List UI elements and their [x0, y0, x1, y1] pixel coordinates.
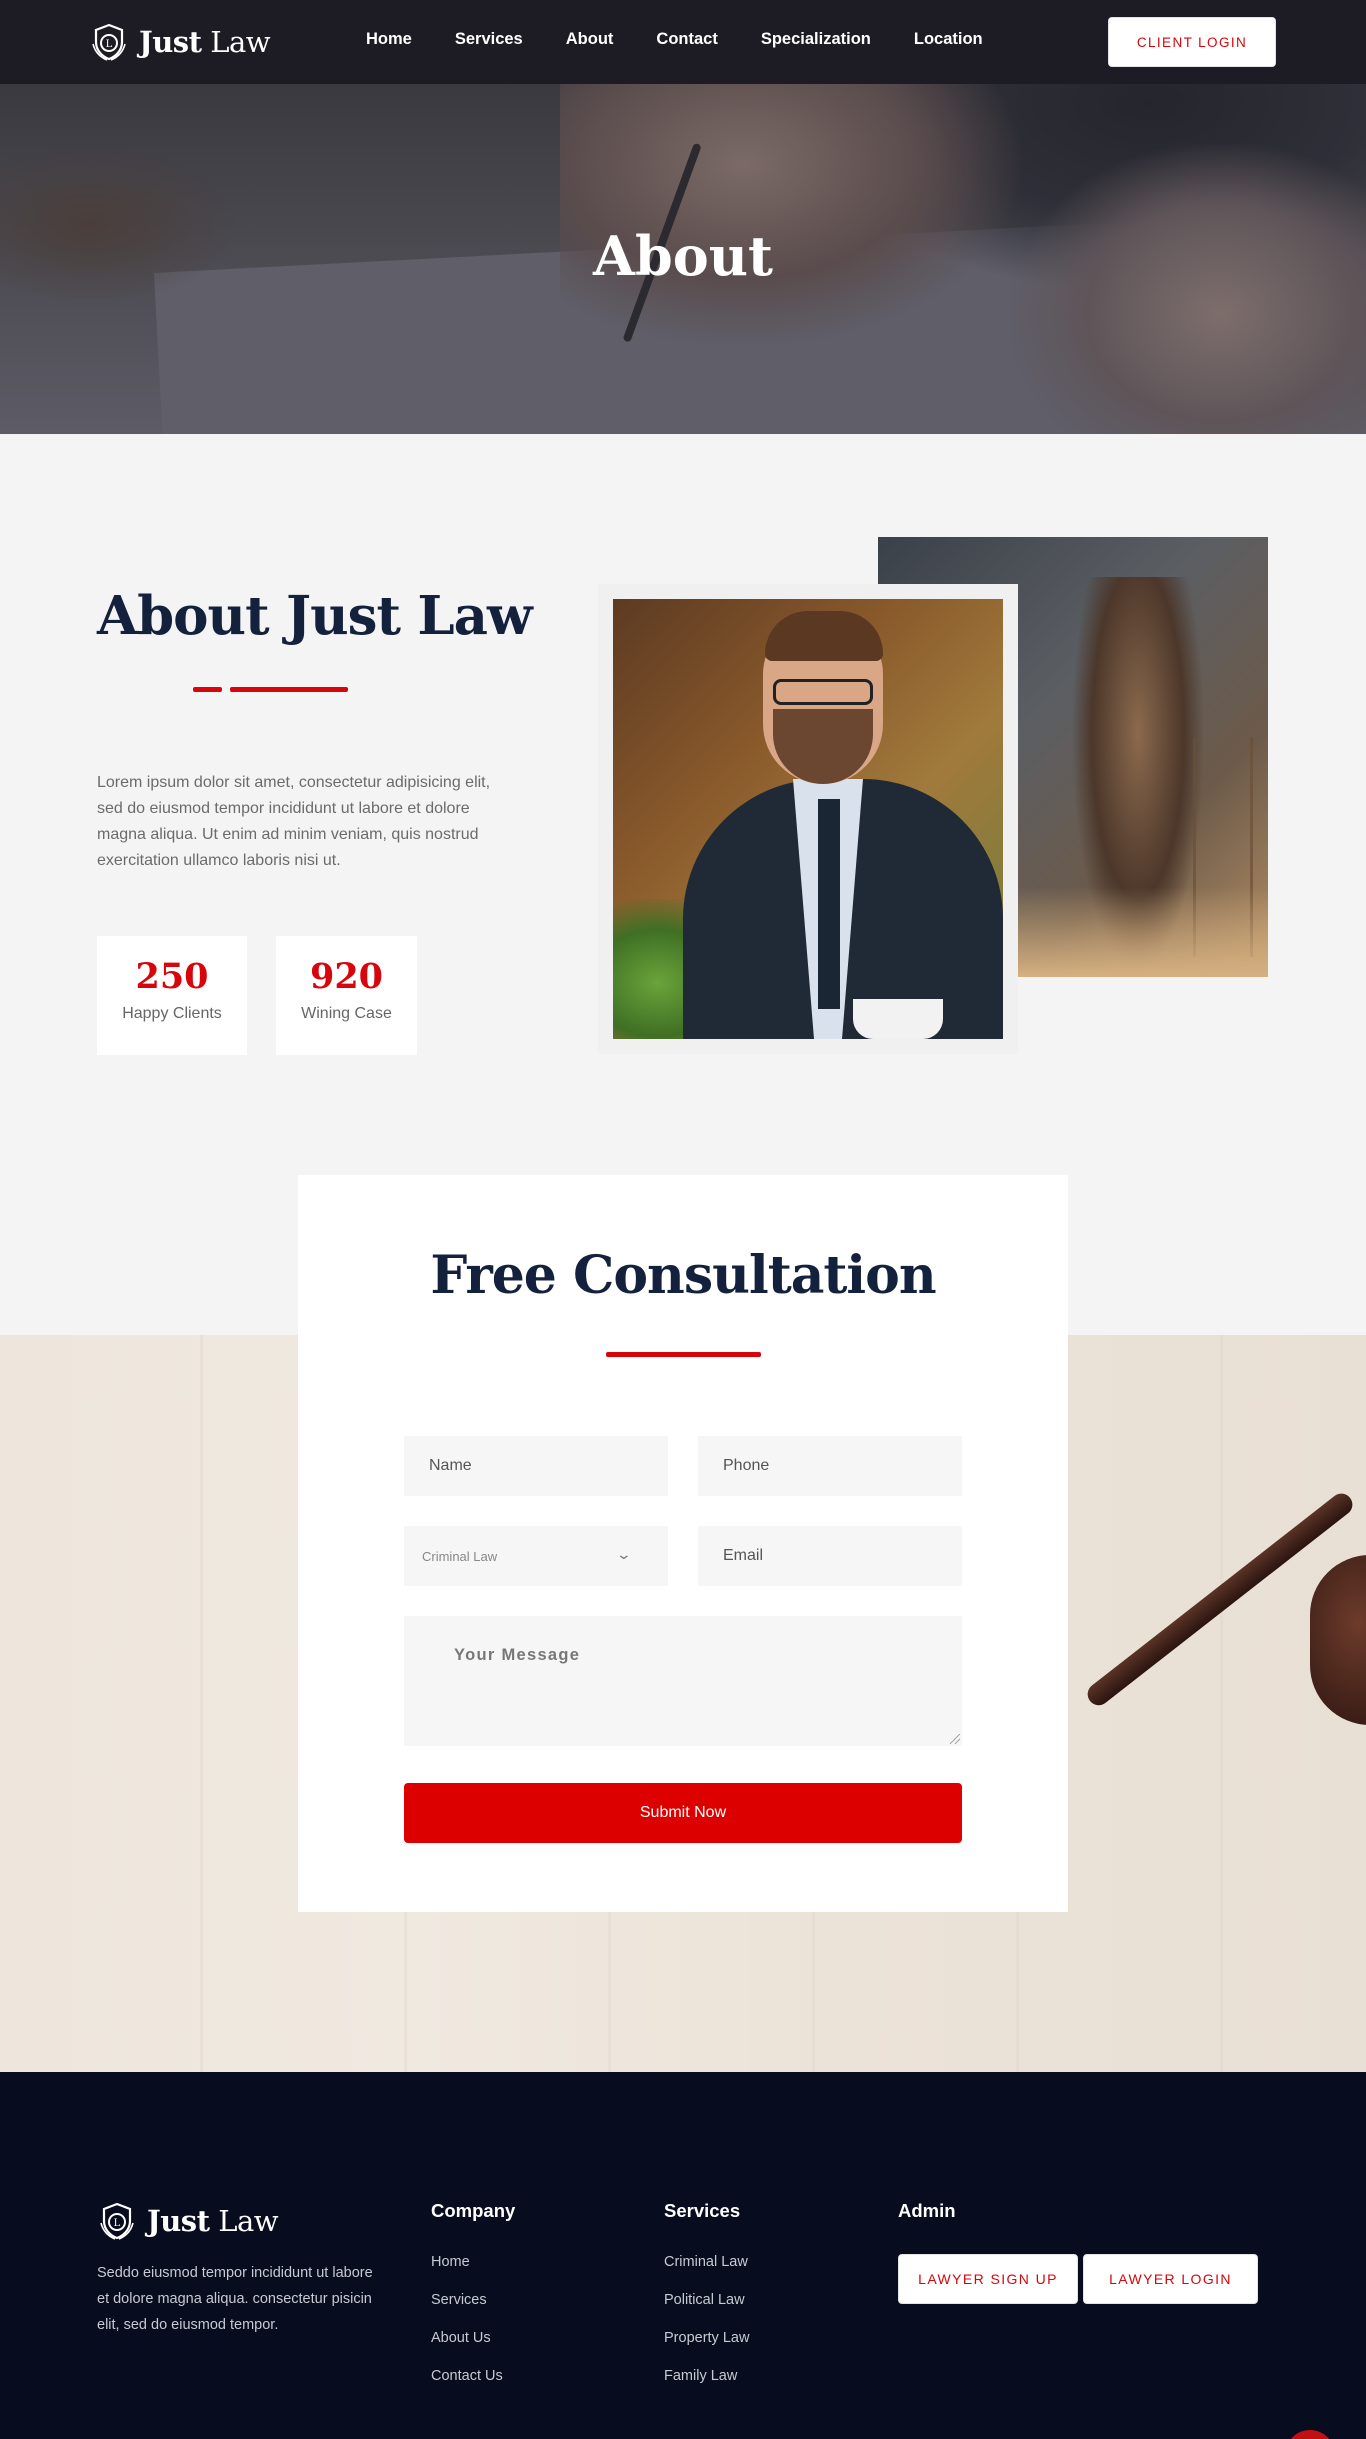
footer-link-political-law[interactable]: Political Law	[664, 2292, 745, 2308]
about-description: Lorem ipsum dolor sit amet, consectetur …	[97, 774, 491, 869]
message-textarea[interactable]: Your Message	[404, 1616, 962, 1746]
shield-badge-icon: L	[100, 2202, 134, 2240]
client-login-button[interactable]: CLIENT LOGIN	[1108, 17, 1276, 67]
stat-label: Happy Clients	[122, 1005, 222, 1022]
glasses-shape	[773, 679, 873, 705]
svg-text:L: L	[114, 2218, 121, 2229]
lawyer-login-button[interactable]: LAWYER LOGIN	[1083, 2254, 1258, 2304]
svg-text:L: L	[106, 39, 113, 50]
consultation-title: Free Consultation	[430, 1245, 936, 1306]
stat-card-cases: 920 Wining Case	[276, 936, 417, 1055]
footer-link-home[interactable]: Home	[431, 2254, 470, 2270]
top-navbar: L Just Law Home Services About Contact S…	[0, 0, 1366, 84]
nav-contact[interactable]: Contact	[656, 30, 717, 49]
nav-home[interactable]: Home	[366, 30, 412, 49]
nav-location[interactable]: Location	[914, 30, 983, 49]
nav-about[interactable]: About	[566, 30, 614, 49]
footer: L Just Law Seddo eiusmod tempor incididu…	[0, 2072, 1366, 2439]
hero-hand-image	[560, 84, 1020, 344]
footer-services-title: Services	[664, 2200, 741, 2221]
resize-grip-icon[interactable]	[950, 1734, 960, 1744]
footer-link-about-us[interactable]: About Us	[431, 2330, 491, 2346]
footer-link-family-law[interactable]: Family Law	[664, 2368, 737, 2384]
hair-shape	[765, 611, 883, 661]
footer-admin-title: Admin	[898, 2200, 956, 2221]
brand-name: Just Law	[147, 2204, 279, 2238]
footer-link-services[interactable]: Services	[431, 2292, 487, 2308]
submit-button[interactable]: Submit Now	[404, 1783, 962, 1843]
nav-services[interactable]: Services	[455, 30, 523, 49]
footer-company-title: Company	[431, 2200, 516, 2221]
stat-card-clients: 250 Happy Clients	[97, 936, 247, 1055]
lawyer-photo	[613, 599, 1003, 1039]
practice-area-select[interactable]: Criminal Law ⌄	[404, 1526, 668, 1586]
lawyer-signup-button[interactable]: LAWYER SIGN UP	[898, 2254, 1078, 2304]
email-field[interactable]: Email	[698, 1526, 962, 1586]
name-field[interactable]: Name	[404, 1436, 668, 1496]
about-title: About Just Law	[97, 585, 533, 647]
footer-link-contact-us[interactable]: Contact Us	[431, 2368, 503, 2384]
chevron-down-icon: ⌄	[615, 1546, 633, 1562]
stat-label: Wining Case	[301, 1005, 392, 1022]
select-value: Criminal Law	[422, 1548, 498, 1564]
tie-shape	[818, 799, 840, 1009]
title-divider-short	[193, 687, 222, 692]
footer-description: Seddo eiusmod tempor incididunt ut labor…	[97, 2265, 373, 2333]
phone-field[interactable]: Phone	[698, 1436, 962, 1496]
footer-link-criminal-law[interactable]: Criminal Law	[664, 2254, 748, 2270]
page-title: About	[593, 224, 773, 288]
footer-logo[interactable]: L Just Law	[97, 2201, 279, 2241]
shield-badge-icon: L	[92, 23, 126, 61]
brand-name: Just Law	[139, 25, 271, 59]
message-placeholder: Your Message	[454, 1646, 581, 1664]
brand-logo[interactable]: L Just Law	[89, 22, 271, 62]
main-nav: Home Services About Contact Specializati…	[366, 30, 1026, 49]
cup-shape	[853, 999, 943, 1039]
stat-value: 920	[309, 956, 384, 997]
footer-link-property-law[interactable]: Property Law	[664, 2330, 749, 2346]
nav-specialization[interactable]: Specialization	[761, 30, 871, 49]
hero-banner: About	[0, 84, 1366, 434]
consultation-divider	[606, 1352, 761, 1357]
title-divider-long	[230, 687, 348, 692]
stat-value: 250	[135, 956, 209, 997]
hero-hand-image-2	[1010, 144, 1366, 434]
